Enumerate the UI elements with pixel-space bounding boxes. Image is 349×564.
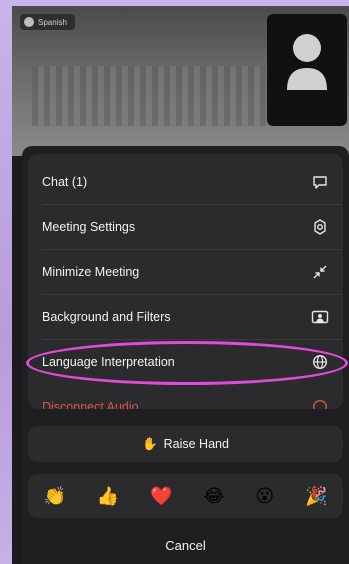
tada-reaction-icon[interactable]: 🎉: [305, 486, 327, 507]
gear-icon: [311, 218, 329, 236]
video-background-blinds: [32, 66, 272, 126]
menu-item-minimize-meeting[interactable]: Minimize Meeting: [28, 250, 343, 294]
language-chip-label: Spanish: [38, 17, 67, 27]
self-view-tile[interactable]: [267, 14, 347, 126]
highlight-annotation-ring: [26, 341, 348, 385]
reactions-bar: 👏 👍 ❤️ 😂 😮 🎉: [28, 474, 343, 518]
language-indicator-icon: [24, 17, 34, 27]
chat-bubble-icon: [311, 173, 329, 191]
menu-item-label: Chat (1): [42, 175, 88, 189]
raise-hand-label: Raise Hand: [163, 437, 229, 451]
menu-item-label: Meeting Settings: [42, 220, 136, 234]
phone-screen: Spanish Chat (1) Meeting Settings Minimi…: [12, 6, 349, 564]
menu-item-meeting-settings[interactable]: Meeting Settings: [28, 205, 343, 249]
raise-hand-button[interactable]: ✋ Raise Hand: [28, 426, 343, 462]
menu-item-label: Minimize Meeting: [42, 265, 140, 279]
raise-hand-icon: ✋: [142, 436, 158, 451]
joy-reaction-icon[interactable]: 😂: [203, 486, 224, 507]
menu-item-chat[interactable]: Chat (1): [28, 160, 343, 204]
menu-item-background-filters[interactable]: Background and Filters: [28, 295, 343, 339]
menu-item-disconnect-audio[interactable]: Disconnect Audio: [28, 385, 343, 409]
disconnect-icon: [311, 398, 329, 409]
menu-item-label: Background and Filters: [42, 310, 171, 324]
minimize-arrows-icon: [311, 263, 329, 281]
heart-reaction-icon[interactable]: ❤️: [150, 486, 172, 507]
menu-item-label: Disconnect Audio: [42, 400, 139, 409]
clap-reaction-icon[interactable]: 👏: [43, 486, 65, 507]
more-options-sheet: Chat (1) Meeting Settings Minimize Meeti…: [22, 146, 349, 564]
surprised-reaction-icon[interactable]: 😮: [255, 486, 274, 507]
thumbs-up-reaction-icon[interactable]: 👍: [97, 486, 119, 507]
cancel-button[interactable]: Cancel: [28, 530, 343, 560]
language-channel-chip[interactable]: Spanish: [20, 14, 75, 30]
portrait-frame-icon: [311, 308, 329, 326]
avatar-placeholder-icon: [287, 34, 327, 90]
